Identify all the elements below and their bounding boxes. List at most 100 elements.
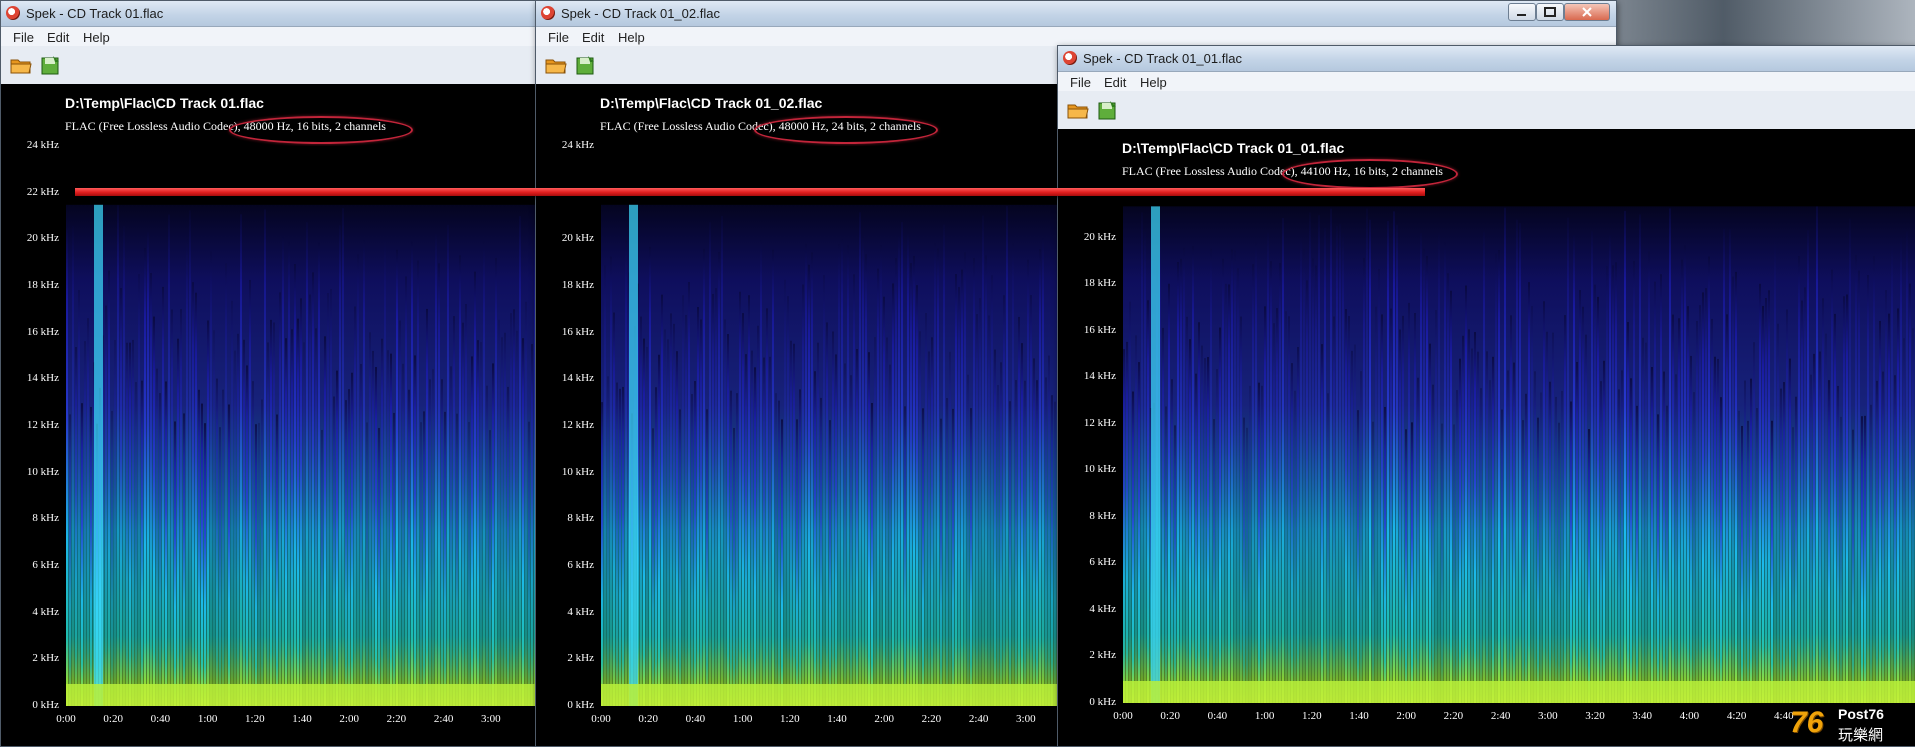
file-path: D:\Temp\Flac\CD Track 01_01.flac	[1122, 140, 1345, 156]
annotation-circle	[754, 116, 938, 144]
save-button[interactable]	[574, 54, 598, 76]
spectrogram-image	[1123, 206, 1915, 703]
spek-app-icon	[6, 6, 20, 20]
menu-file[interactable]: File	[1070, 75, 1091, 90]
menu-help[interactable]: Help	[618, 30, 645, 45]
y-tick-label: 18 kHz	[1083, 277, 1116, 290]
title-bar[interactable]: Spek - CD Track 01_01.flac	[1058, 46, 1915, 72]
spek-window-3[interactable]: Spek - CD Track 01_01.flac File Edit Hel…	[1057, 45, 1915, 747]
x-tick-label: 0:20	[1160, 710, 1180, 722]
open-folder-button[interactable]	[1066, 99, 1090, 121]
open-folder-button[interactable]	[544, 54, 568, 76]
spek-app-icon	[541, 6, 555, 20]
save-button[interactable]	[39, 54, 63, 76]
menu-file[interactable]: File	[548, 30, 569, 45]
annotation-circle	[229, 116, 413, 144]
y-tick-label: 10 kHz	[26, 465, 59, 478]
x-tick-label: 0:40	[150, 713, 171, 725]
x-tick-label: 0:00	[1113, 710, 1133, 722]
save-image-icon	[576, 56, 594, 75]
y-tick-label: 0 kHz	[1089, 696, 1116, 708]
spek-app-icon	[1063, 51, 1077, 65]
watermark-cjk: 玩樂網	[1838, 727, 1884, 744]
y-tick-label: 6 kHz	[567, 559, 594, 571]
y-tick-label: 4 kHz	[567, 605, 594, 618]
spectrogram-panel: D:\Temp\Flac\CD Track 01_01.flac FLAC (F…	[1058, 129, 1915, 746]
save-image-icon	[41, 56, 59, 75]
toolbar	[1058, 91, 1915, 129]
y-tick-label: 24 kHz	[561, 139, 594, 151]
menu-edit[interactable]: Edit	[1104, 75, 1126, 90]
menu-bar: File Edit Help	[536, 27, 1616, 46]
spectrum-peak-band	[629, 204, 638, 706]
open-folder-button[interactable]	[9, 54, 33, 76]
y-tick-label: 18 kHz	[26, 279, 59, 291]
x-tick-label: 1:20	[1302, 710, 1322, 722]
x-tick-label: 0:20	[638, 713, 658, 725]
menu-bar: File Edit Help	[1058, 72, 1915, 91]
x-tick-label: 3:20	[1585, 710, 1605, 722]
y-tick-label: 10 kHz	[1083, 463, 1116, 476]
y-tick-label: 14 kHz	[561, 372, 594, 385]
y-tick-label: 8 kHz	[567, 512, 594, 525]
file-path: D:\Temp\Flac\CD Track 01.flac	[65, 95, 264, 111]
x-tick-label: 4:00	[1679, 710, 1700, 722]
x-tick-label: 1:40	[827, 713, 847, 725]
annotation-red-line	[75, 188, 1425, 196]
spek-window-1[interactable]: Spek - CD Track 01.flac File Edit Help D…	[0, 0, 537, 747]
y-tick-label: 4 kHz	[32, 605, 59, 618]
x-tick-label: 2:40	[968, 713, 989, 725]
open-folder-icon	[10, 59, 32, 74]
menu-edit[interactable]: Edit	[582, 30, 604, 45]
title-bar[interactable]: Spek - CD Track 01.flac	[1, 1, 536, 27]
y-tick-label: 2 kHz	[567, 652, 594, 665]
close-button[interactable]	[1564, 3, 1610, 21]
menu-help[interactable]: Help	[83, 30, 110, 45]
y-tick-label: 0 kHz	[32, 699, 59, 711]
title-bar[interactable]: Spek - CD Track 01_02.flac	[536, 1, 1616, 27]
watermark-name: Post76	[1838, 706, 1884, 722]
y-tick-label: 18 kHz	[561, 279, 594, 291]
maximize-button[interactable]	[1536, 3, 1564, 21]
x-tick-label: 1:00	[1254, 710, 1275, 722]
x-tick-label: 0:00	[56, 713, 76, 725]
save-image-icon	[1098, 101, 1116, 120]
spectrum-peak-band	[94, 204, 103, 706]
x-tick-label: 2:00	[1396, 710, 1416, 722]
x-tick-label: 0:40	[685, 713, 706, 725]
x-tick-label: 1:00	[197, 713, 218, 725]
menu-file[interactable]: File	[13, 30, 34, 45]
spectrogram-image	[66, 204, 536, 706]
menu-bar: File Edit Help	[1, 27, 536, 46]
y-tick-label: 6 kHz	[32, 559, 59, 571]
x-tick-label: 3:40	[1632, 710, 1652, 722]
minimize-button[interactable]	[1508, 3, 1536, 21]
spectrum-peak-band	[1151, 206, 1160, 703]
window-title: Spek - CD Track 01_01.flac	[1083, 51, 1242, 66]
y-tick-label: 2 kHz	[32, 652, 59, 665]
window-title: Spek - CD Track 01_02.flac	[561, 6, 720, 21]
x-tick-label: 2:40	[1490, 710, 1511, 722]
x-tick-label: 1:20	[780, 713, 800, 725]
spectrum-low-band	[66, 684, 536, 706]
y-tick-label: 16 kHz	[1083, 323, 1116, 336]
close-icon	[1582, 7, 1592, 17]
y-tick-label: 14 kHz	[1083, 370, 1116, 383]
save-button[interactable]	[1096, 99, 1120, 121]
y-tick-label: 16 kHz	[561, 325, 594, 338]
x-tick-label: 2:20	[1443, 710, 1464, 722]
annotation-circle	[1282, 159, 1458, 189]
x-tick-label: 3:00	[481, 713, 501, 725]
x-tick-label: 0:00	[591, 713, 611, 725]
file-path: D:\Temp\Flac\CD Track 01_02.flac	[600, 95, 823, 111]
x-tick-label: 1:00	[732, 713, 753, 725]
watermark-number: 76	[1790, 706, 1824, 739]
minimize-icon	[1517, 14, 1526, 16]
menu-help[interactable]: Help	[1140, 75, 1167, 90]
x-tick-label: 0:40	[1207, 710, 1228, 722]
x-tick-label: 0:20	[103, 713, 123, 725]
y-tick-label: 12 kHz	[1083, 416, 1116, 429]
toolbar	[1, 46, 536, 84]
y-tick-label: 22 kHz	[26, 185, 59, 198]
menu-edit[interactable]: Edit	[47, 30, 69, 45]
